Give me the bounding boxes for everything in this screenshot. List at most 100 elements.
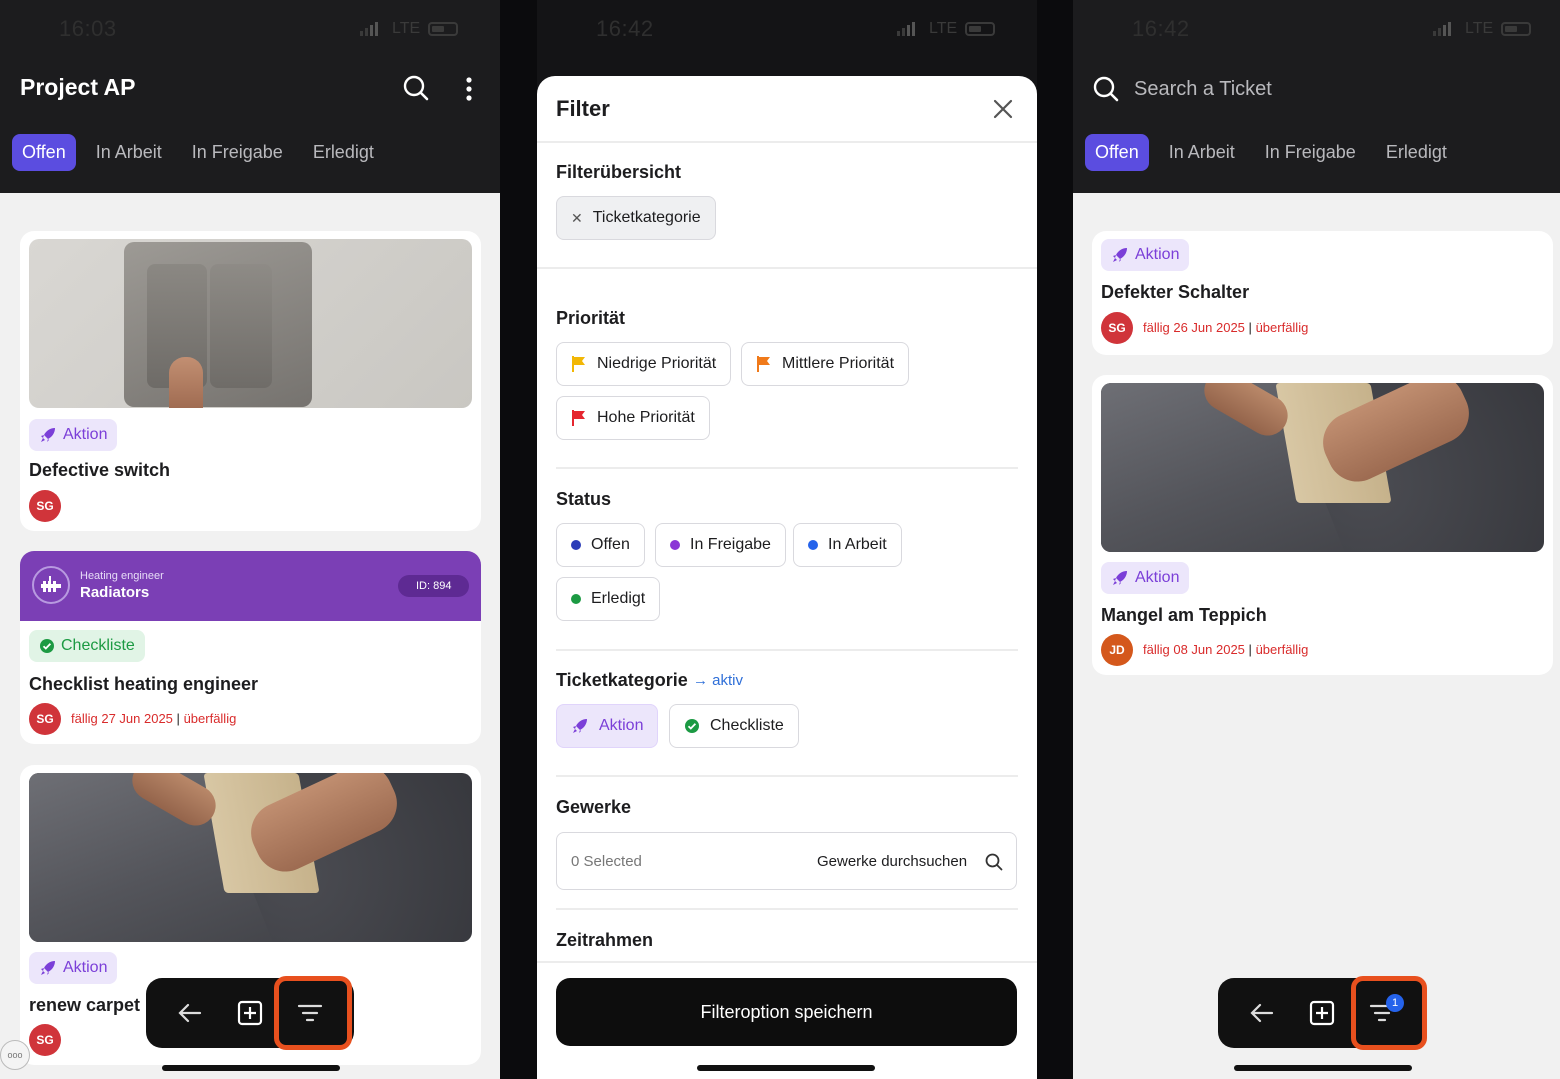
rocket-icon: [1113, 571, 1127, 585]
search-icon: [1093, 76, 1119, 102]
add-ticket-button[interactable]: [222, 978, 278, 1048]
back-button[interactable]: [162, 978, 218, 1048]
tab-offen[interactable]: Offen: [1085, 134, 1149, 171]
divider: [537, 141, 1037, 143]
divider: [537, 961, 1037, 963]
home-indicator: [162, 1065, 340, 1071]
divider: [537, 267, 1037, 269]
trade-header: Heating engineer Radiators ID: 894: [20, 551, 481, 621]
category-aktion-option[interactable]: Aktion: [556, 704, 659, 748]
battery-icon: [965, 22, 995, 36]
tab-erledigt[interactable]: Erledigt: [303, 134, 384, 171]
radiator-icon: [32, 566, 70, 604]
due-date: fällig 26 Jun 2025 | überfällig: [1143, 320, 1309, 335]
app-header: 16:03 LTE Project AP Offen In Arbeit In …: [0, 0, 500, 193]
category-badge: Checkliste: [29, 630, 145, 662]
badge-label: Aktion: [1135, 246, 1180, 263]
search-input[interactable]: Search a Ticket: [1134, 78, 1272, 101]
priority-high-option[interactable]: Hohe Priorität: [556, 396, 710, 440]
status-erledigt-option[interactable]: Erledigt: [556, 577, 661, 621]
tab-in-arbeit[interactable]: In Arbeit: [1159, 134, 1245, 171]
highlight-frame: [1351, 976, 1427, 1050]
ticket-card[interactable]: Aktion Defective switch SG: [20, 231, 481, 531]
ticket-title: Mangel am Teppich: [1101, 605, 1267, 625]
search-icon: [985, 853, 1003, 871]
priority-low-option[interactable]: Niedrige Priorität: [556, 342, 732, 386]
flag-orange-icon: [757, 356, 770, 372]
category-active-label: → aktiv: [693, 672, 744, 689]
category-badge: Aktion: [29, 419, 118, 451]
signal-icon: [360, 22, 378, 36]
category-badge: Aktion: [1101, 562, 1190, 594]
ticket-card[interactable]: Heating engineer Radiators ID: 894 Check…: [20, 551, 481, 744]
status-offen-option[interactable]: Offen: [556, 523, 645, 567]
remove-icon[interactable]: ✕: [571, 210, 583, 227]
check-circle-icon: [685, 719, 699, 733]
rocket-icon: [1113, 248, 1127, 262]
status-dot-icon: [571, 594, 581, 604]
tab-in-freigabe[interactable]: In Freigabe: [182, 134, 293, 171]
trade-title: Radiators: [80, 584, 150, 601]
battery-icon: [428, 22, 458, 36]
screen-filter-sheet: 16:42 LTE Filter Filterübersicht ✕ Ticke…: [537, 0, 1037, 1079]
signal-icon: [1433, 22, 1451, 36]
priority-medium-option[interactable]: Mittlere Priorität: [741, 342, 910, 386]
badge-label: Aktion: [1135, 569, 1180, 586]
ticket-title: Defective switch: [29, 460, 171, 480]
ticket-image-carpet: [1101, 383, 1544, 552]
save-filter-button[interactable]: Filteroption speichern: [556, 978, 1017, 1046]
status-in-arbeit-option[interactable]: In Arbeit: [793, 523, 902, 567]
back-button[interactable]: [1234, 978, 1290, 1048]
trades-search-field[interactable]: 0 Selected Gewerke durchsuchen: [556, 832, 1017, 890]
category-badge: Aktion: [1101, 239, 1190, 271]
trades-search-placeholder: Gewerke durchsuchen: [817, 853, 968, 870]
home-indicator: [697, 1065, 875, 1071]
assistive-touch-icon[interactable]: ooo: [0, 1040, 30, 1070]
arrow-left-icon: [178, 1003, 202, 1023]
tab-offen[interactable]: Offen: [12, 134, 76, 171]
screen-filtered-list: 16:42 LTE Search a Ticket Offen In Arbei…: [1073, 0, 1560, 1079]
home-indicator: [1234, 1065, 1412, 1071]
status-in-freigabe-option[interactable]: In Freigabe: [655, 523, 786, 567]
add-ticket-button[interactable]: [1294, 978, 1350, 1048]
avatar: SG: [29, 703, 61, 735]
ticket-card[interactable]: Aktion Mangel am Teppich JD fällig 08 Ju…: [1092, 375, 1553, 675]
status-time: 16:42: [596, 16, 654, 41]
section-priority-label: Priorität: [556, 308, 626, 328]
status-dot-icon: [571, 540, 581, 550]
avatar: SG: [29, 1024, 61, 1056]
ticket-card[interactable]: Aktion Defekter Schalter SG fällig 26 Ju…: [1092, 231, 1553, 355]
divider: [556, 649, 1018, 651]
status-bar: 16:42 LTE: [1073, 0, 1560, 60]
ticket-image-switch: [29, 239, 472, 408]
avatar: JD: [1101, 634, 1133, 666]
section-category-label: Ticketkategorie: [556, 670, 688, 690]
status-time: 16:42: [1132, 16, 1190, 41]
badge-label: Aktion: [63, 959, 108, 976]
due-date: fällig 08 Jun 2025 | überfällig: [1143, 642, 1309, 657]
app-header: 16:42 LTE Search a Ticket Offen In Arbei…: [1073, 0, 1560, 193]
section-overview-label: Filterübersicht: [556, 162, 682, 182]
divider: [556, 467, 1018, 469]
active-filter-chip[interactable]: ✕ Ticketkategorie: [556, 196, 716, 240]
more-options-icon[interactable]: [464, 76, 474, 102]
network-label: LTE: [929, 20, 958, 37]
category-checkliste-option[interactable]: Checkliste: [669, 704, 799, 748]
filter-sheet: Filter Filterübersicht ✕ Ticketkategorie…: [537, 76, 1037, 1079]
ticket-image-carpet: [29, 773, 472, 942]
rocket-icon: [41, 428, 55, 442]
arrow-left-icon: [1250, 1003, 1274, 1023]
tab-erledigt[interactable]: Erledigt: [1376, 134, 1457, 171]
category-badge: Aktion: [29, 952, 118, 984]
due-date: fällig 27 Jun 2025 | überfällig: [71, 711, 237, 726]
plus-square-icon: [1309, 1000, 1335, 1026]
tab-in-freigabe[interactable]: In Freigabe: [1255, 134, 1366, 171]
tab-in-arbeit[interactable]: In Arbeit: [86, 134, 172, 171]
ticket-list: Aktion Defekter Schalter SG fällig 26 Ju…: [1073, 193, 1560, 1079]
badge-label: Aktion: [63, 426, 108, 443]
status-bar: 16:03 LTE: [0, 0, 500, 60]
close-icon[interactable]: [992, 98, 1014, 120]
screen-ticket-list: 16:03 LTE Project AP Offen In Arbeit In …: [0, 0, 500, 1079]
status-bar: 16:42 LTE: [537, 0, 1037, 60]
search-icon[interactable]: [403, 75, 429, 101]
